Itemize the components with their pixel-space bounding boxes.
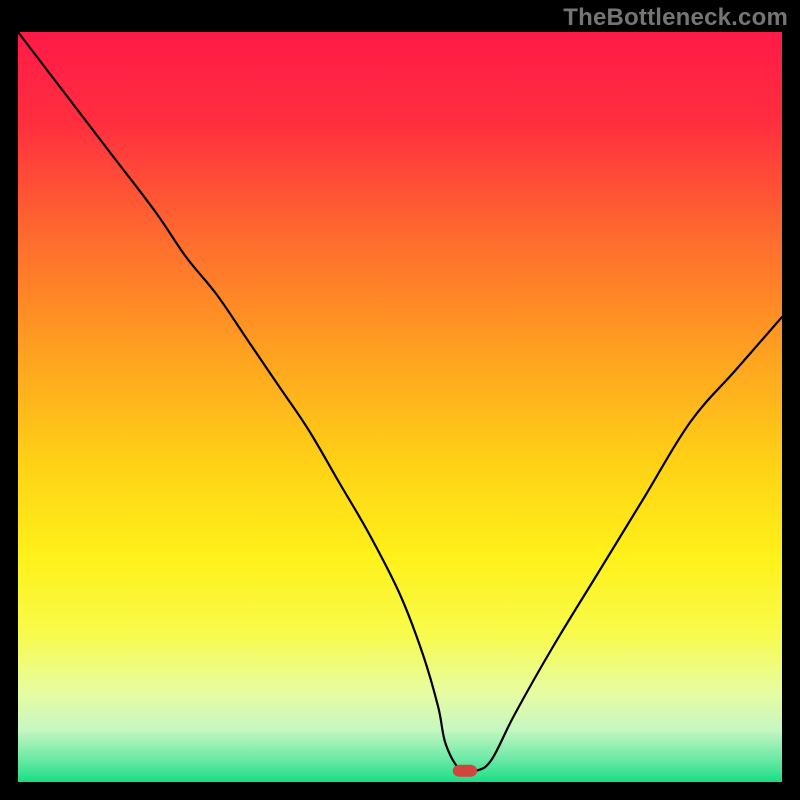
minimum-marker (453, 765, 477, 777)
watermark-text: TheBottleneck.com (563, 4, 788, 32)
gradient-background (18, 32, 782, 782)
plot-svg (18, 32, 782, 782)
chart-root: TheBottleneck.com (0, 0, 800, 800)
plot-area (18, 32, 782, 782)
